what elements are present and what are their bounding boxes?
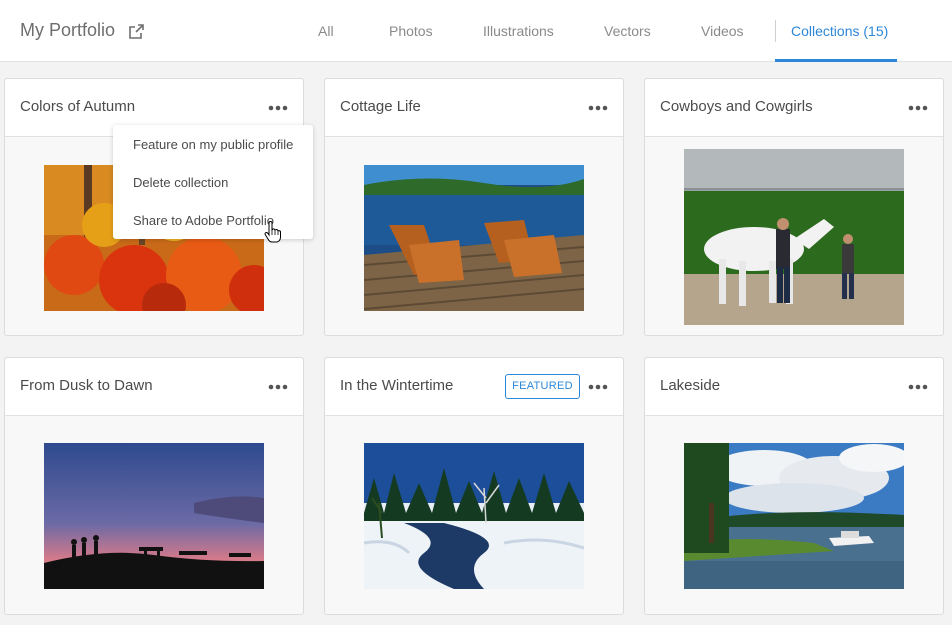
collection-card[interactable]: From Dusk to Dawn [4,357,304,615]
collection-title[interactable]: Colors of Autumn [20,98,135,115]
top-navigation-bar: My Portfolio All Photos Illustrations Ve… [0,0,952,62]
hand-pointer-cursor-icon [264,220,282,248]
more-options-icon[interactable] [587,100,609,116]
portfolio-title[interactable]: My Portfolio [20,20,144,41]
menu-item-share-to-adobe-portfolio[interactable]: Share to Adobe Portfolio [133,213,274,228]
active-tab-indicator [775,59,897,62]
card-header: Cowboys and Cowgirls [645,79,943,137]
more-options-icon[interactable] [267,379,289,395]
more-options-icon[interactable] [587,379,609,395]
external-link-icon[interactable] [129,23,144,39]
more-options-icon[interactable] [267,100,289,116]
winter-creek-photo[interactable] [364,443,584,589]
collection-title[interactable]: Lakeside [660,377,720,394]
lakeside-boat-photo[interactable] [684,443,904,589]
collection-title[interactable]: Cottage Life [340,98,421,115]
collection-card[interactable]: Lakeside [644,357,944,615]
menu-item-feature-on-profile[interactable]: Feature on my public profile [133,137,293,152]
tab-illustrations[interactable]: Illustrations [483,0,554,62]
collection-title[interactable]: Cowboys and Cowgirls [660,98,813,115]
tab-divider [775,20,776,42]
collection-title[interactable]: From Dusk to Dawn [20,377,153,394]
collection-context-menu: Feature on my public profile Delete coll… [113,125,313,239]
more-options-icon[interactable] [907,100,929,116]
tab-all[interactable]: All [318,0,334,62]
collection-card[interactable]: Cowboys and Cowgirls [644,78,944,336]
collection-card[interactable]: Cottage Life [324,78,624,336]
card-header: Lakeside [645,358,943,416]
dock-chairs-lake-photo[interactable] [364,165,584,311]
card-header: From Dusk to Dawn [5,358,303,416]
featured-badge: FEATURED [505,374,580,399]
tab-vectors[interactable]: Vectors [604,0,651,62]
white-horse-cowboys-photo[interactable] [684,149,904,325]
card-header: Cottage Life [325,79,623,137]
tab-collections[interactable]: Collections (15) [791,0,888,62]
more-options-icon[interactable] [907,379,929,395]
page-title[interactable]: My Portfolio [20,20,115,41]
tab-videos[interactable]: Videos [701,0,744,62]
collection-title[interactable]: In the Wintertime [340,377,453,394]
card-header: In the Wintertime FEATURED [325,358,623,416]
menu-item-delete-collection[interactable]: Delete collection [133,175,228,190]
dusk-silhouettes-photo[interactable] [44,443,264,589]
tab-photos[interactable]: Photos [389,0,433,62]
collection-card[interactable]: In the Wintertime FEATURED [324,357,624,615]
